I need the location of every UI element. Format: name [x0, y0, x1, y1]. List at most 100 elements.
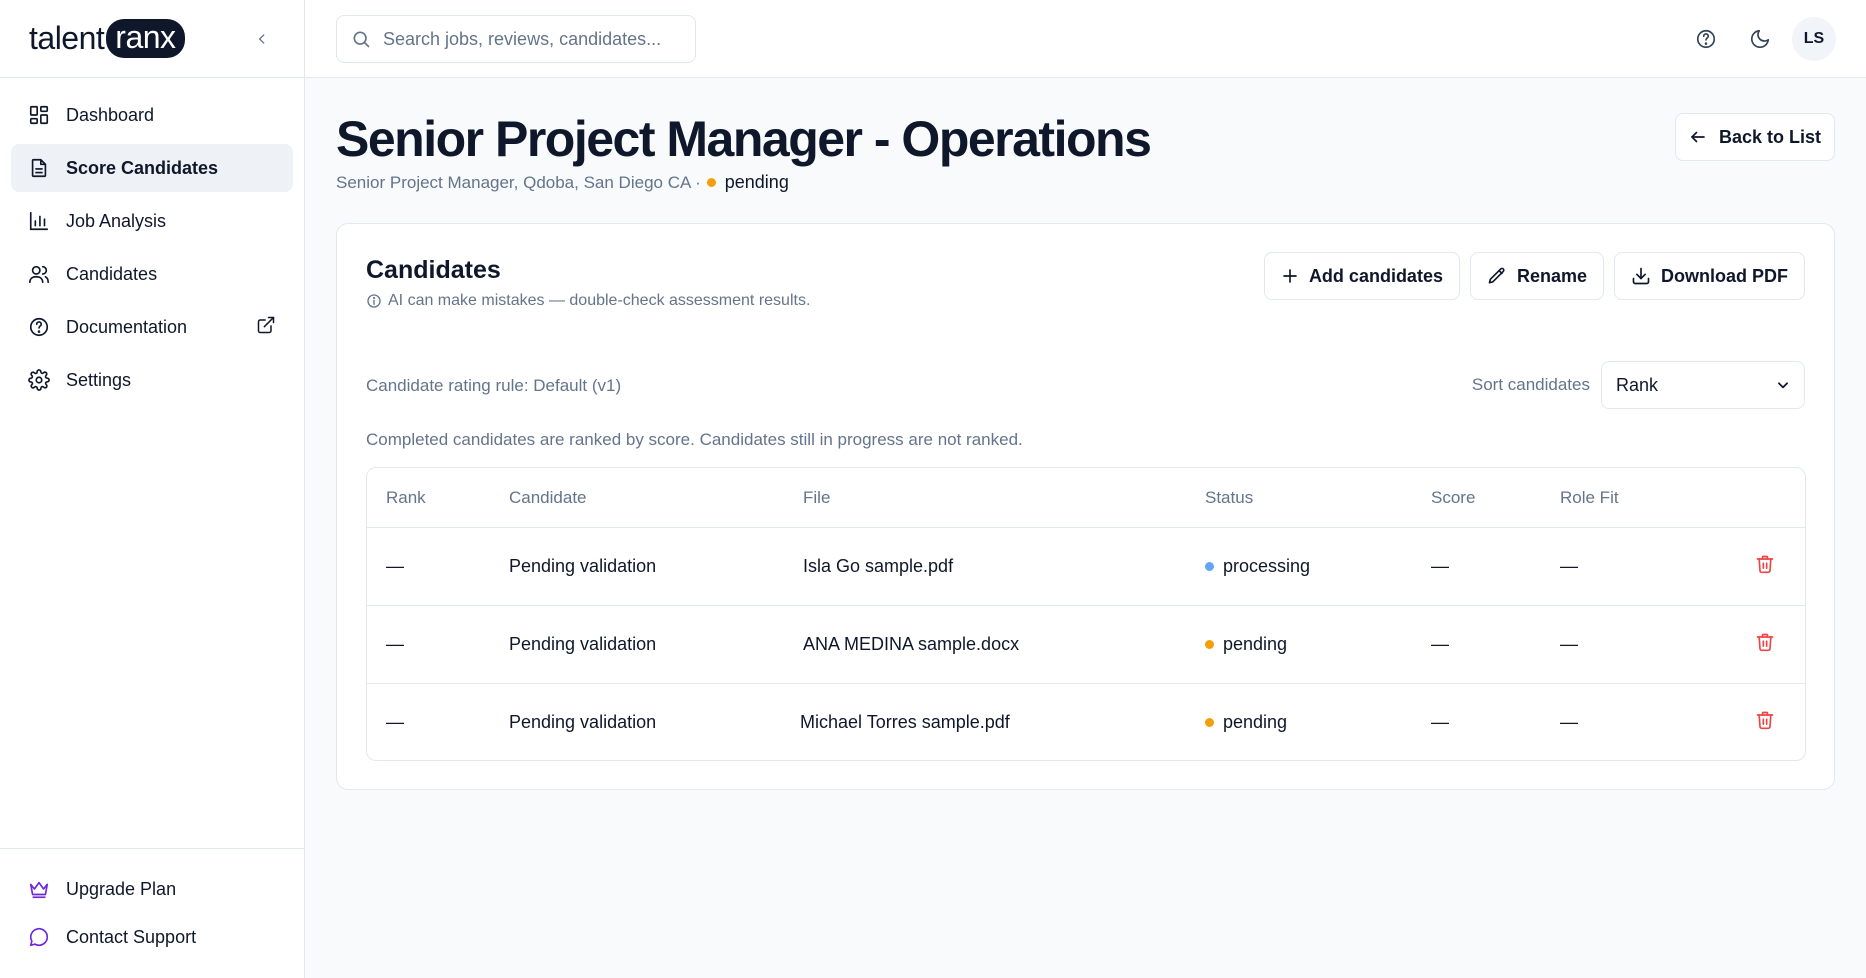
status-text: pending: [1223, 634, 1288, 654]
sort-label: Sort candidates: [1471, 375, 1590, 394]
pencil-icon: [1487, 266, 1507, 286]
candidates-table: Rank Candidate File Status Score Role Fi…: [366, 467, 1806, 761]
bar-chart-icon: [28, 210, 50, 232]
avatar[interactable]: LS: [1792, 17, 1836, 61]
delete-button[interactable]: [1755, 632, 1775, 652]
sidebar-item-job-analysis[interactable]: Job Analysis: [11, 197, 293, 245]
info-icon: [366, 293, 382, 309]
rename-button[interactable]: Rename: [1469, 252, 1604, 300]
header-role-fit[interactable]: Role Fit: [1560, 488, 1619, 508]
sidebar-item-settings[interactable]: Settings: [11, 356, 293, 404]
table-row[interactable]: — Pending validation Michael Torres samp…: [367, 684, 1805, 760]
chevron-left-icon: [259, 33, 265, 44]
rating-rule: Candidate rating rule: Default (v1): [366, 376, 622, 395]
sidebar-item-score-candidates[interactable]: Score Candidates: [11, 144, 293, 192]
search-icon: [351, 29, 371, 49]
external-link-icon: [256, 315, 276, 340]
sidebar-item-label: Score Candidates: [66, 157, 219, 178]
back-to-list-button[interactable]: Back to List: [1675, 113, 1835, 161]
upgrade-plan-label: Upgrade Plan: [66, 878, 177, 899]
sidebar: talent ranx Dashboard Score Candidates J…: [0, 0, 305, 978]
download-pdf-button[interactable]: Download PDF: [1614, 252, 1805, 300]
cell-status: processing: [1205, 556, 1310, 577]
sidebar-item-candidates[interactable]: Candidates: [11, 250, 293, 298]
cell-role-fit: —: [1560, 712, 1578, 732]
chevron-down-icon: [1778, 382, 1788, 389]
status-dot: [1205, 640, 1214, 649]
download-pdf-label: Download PDF: [1661, 265, 1788, 286]
document-icon: [28, 157, 50, 179]
crown-icon: [28, 878, 50, 900]
help-circle-icon: [1696, 29, 1716, 49]
ai-disclaimer: AI can make mistakes — double-check asse…: [366, 292, 810, 310]
logo[interactable]: talent ranx: [29, 19, 185, 58]
delete-button[interactable]: [1755, 554, 1775, 574]
header-status[interactable]: Status: [1205, 488, 1253, 508]
cell-candidate: Pending validation: [509, 634, 657, 654]
status-text: pending: [1223, 712, 1288, 732]
sort-select[interactable]: Rank: [1601, 361, 1805, 409]
sidebar-nav: Dashboard Score Candidates Job Analysis …: [0, 78, 304, 422]
users-icon: [28, 263, 50, 285]
sort-value: Rank: [1616, 374, 1659, 395]
add-candidates-label: Add candidates: [1308, 265, 1443, 286]
rename-label: Rename: [1516, 265, 1587, 286]
card-title: Candidates: [366, 256, 501, 284]
cell-file[interactable]: Isla Go sample.pdf: [803, 556, 953, 577]
cell-status: pending: [1205, 712, 1287, 733]
cell-file[interactable]: ANA MEDINA sample.docx: [803, 634, 1019, 655]
cell-rank: —: [386, 712, 404, 732]
cell-status: pending: [1205, 634, 1287, 655]
table-header: Rank Candidate File Status Score Role Fi…: [367, 468, 1805, 528]
cell-file[interactable]: Michael Torres sample.pdf: [800, 712, 1010, 733]
logo-word: talent: [29, 20, 105, 56]
status-dot: [1205, 718, 1214, 727]
search-box[interactable]: [336, 15, 696, 63]
sidebar-item-label: Documentation: [66, 316, 188, 337]
sidebar-item-documentation[interactable]: Documentation: [11, 303, 293, 351]
cell-role-fit: —: [1560, 556, 1578, 576]
delete-button[interactable]: [1755, 710, 1775, 730]
table-row[interactable]: — Pending validation Isla Go sample.pdf …: [367, 528, 1805, 606]
gear-icon: [28, 369, 50, 391]
help-circle-icon: [28, 316, 50, 338]
sidebar-item-label: Settings: [66, 369, 132, 390]
header-file[interactable]: File: [803, 488, 830, 508]
page-subtitle: Senior Project Manager, Qdoba, San Diego…: [336, 172, 789, 193]
cell-score: —: [1431, 634, 1449, 654]
header-rank[interactable]: Rank: [386, 488, 426, 508]
status-text: processing: [1223, 556, 1311, 576]
job-status: pending: [724, 172, 789, 192]
add-candidates-button[interactable]: Add candidates: [1263, 252, 1460, 300]
cell-score: —: [1431, 712, 1449, 732]
contact-support-link[interactable]: Contact Support: [11, 913, 293, 961]
header-score[interactable]: Score: [1431, 488, 1475, 508]
cell-rank: —: [386, 556, 404, 576]
status-dot: [1205, 562, 1214, 571]
page-title: Senior Project Manager - Operations: [336, 111, 1152, 167]
cell-candidate: Pending validation: [509, 556, 657, 576]
download-icon: [1631, 266, 1651, 286]
topbar-actions: LS: [1674, 17, 1836, 61]
sidebar-item-dashboard[interactable]: Dashboard: [11, 91, 293, 139]
search-input[interactable]: [383, 28, 673, 50]
header-candidate[interactable]: Candidate: [509, 488, 587, 508]
table-row[interactable]: — Pending validation ANA MEDINA sample.d…: [367, 606, 1805, 684]
dashboard-icon: [28, 104, 50, 126]
upgrade-plan-link[interactable]: Upgrade Plan: [11, 865, 293, 913]
disclaimer-text: AI can make mistakes — double-check asse…: [388, 292, 811, 309]
sidebar-item-label: Candidates: [66, 263, 158, 284]
sidebar-item-label: Job Analysis: [66, 210, 167, 231]
sidebar-item-label: Dashboard: [66, 104, 155, 125]
plus-icon: [1281, 267, 1299, 285]
contact-support-label: Contact Support: [66, 926, 197, 947]
card-actions: Add candidates Rename Download PDF: [1254, 252, 1805, 300]
moon-icon: [1750, 29, 1770, 49]
trash-icon: [1756, 711, 1774, 730]
job-meta: Senior Project Manager, Qdoba, San Diego…: [336, 172, 701, 192]
help-button[interactable]: [1684, 17, 1728, 61]
theme-toggle-button[interactable]: [1738, 17, 1782, 61]
topbar: LS: [305, 0, 1866, 78]
collapse-sidebar-button[interactable]: [249, 26, 275, 52]
cell-score: —: [1431, 556, 1449, 576]
